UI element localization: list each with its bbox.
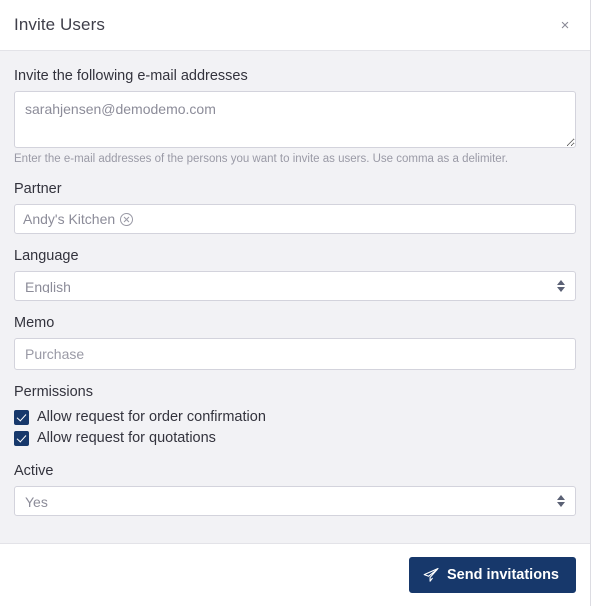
- partner-tag-input[interactable]: Andy's Kitchen: [14, 204, 576, 235]
- emails-textarea[interactable]: sarahjensen@demodemo.com: [14, 91, 576, 149]
- permission-row-order-confirmation[interactable]: Allow request for order confirmation: [14, 408, 576, 428]
- permissions-label: Permissions: [14, 384, 93, 401]
- send-invitations-button[interactable]: Send invitations: [409, 557, 576, 593]
- checkbox-quotations[interactable]: [14, 431, 29, 447]
- partner-label: Partner: [14, 181, 62, 198]
- active-select-wrap: Yes: [14, 485, 576, 516]
- field-emails: Invite the following e-mail addresses sa…: [14, 67, 576, 167]
- permission-label-order-confirmation: Allow request for order confirmation: [37, 408, 266, 425]
- memo-input[interactable]: [14, 338, 576, 371]
- dialog-body: Invite the following e-mail addresses sa…: [0, 51, 590, 543]
- language-label: Language: [14, 248, 79, 265]
- dialog-footer: Send invitations: [0, 543, 590, 606]
- active-label: Active: [14, 462, 54, 479]
- field-memo: Memo: [14, 314, 576, 371]
- active-select[interactable]: Yes: [14, 485, 576, 516]
- field-language: Language English: [14, 247, 576, 302]
- field-partner: Partner Andy's Kitchen: [14, 180, 576, 235]
- dialog-header: Invite Users ×: [0, 0, 590, 51]
- close-icon[interactable]: ×: [552, 12, 578, 38]
- language-select-wrap: English: [14, 271, 576, 302]
- memo-label: Memo: [14, 315, 55, 332]
- permission-row-quotations[interactable]: Allow request for quotations: [14, 429, 576, 449]
- paper-plane-icon: [423, 567, 439, 582]
- emails-help-text: Enter the e-mail addresses of the person…: [14, 153, 509, 166]
- partner-tag: Andy's Kitchen: [23, 210, 134, 228]
- partner-tag-label: Andy's Kitchen: [23, 211, 116, 228]
- circle-x-icon[interactable]: [120, 212, 134, 226]
- checkbox-order-confirmation[interactable]: [14, 409, 29, 425]
- field-permissions: Permissions Allow request for order conf…: [14, 383, 576, 448]
- invite-users-dialog: Invite Users × Invite the following e-ma…: [0, 0, 591, 606]
- permission-label-quotations: Allow request for quotations: [37, 430, 216, 447]
- dialog-title: Invite Users: [14, 15, 105, 34]
- language-select[interactable]: English: [14, 271, 576, 302]
- field-active: Active Yes: [14, 462, 576, 516]
- emails-label: Invite the following e-mail addresses: [14, 68, 248, 84]
- send-invitations-label: Send invitations: [447, 566, 559, 583]
